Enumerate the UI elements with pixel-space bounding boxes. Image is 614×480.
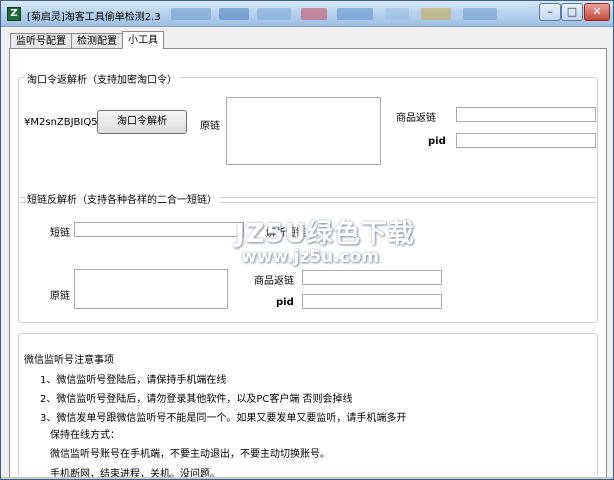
taokouling-pid-label: pid xyxy=(428,136,446,147)
tab-listener-config[interactable]: 监听号配置 xyxy=(10,33,72,49)
app-icon: Z xyxy=(7,7,21,21)
shortlink-pid-label: pid xyxy=(276,297,294,308)
taokouling-group-title: 淘口令返解析（支持加密淘口令） xyxy=(25,71,179,86)
taokouling-original-label: 原链 xyxy=(200,121,220,132)
shortlink-original-label: 原链 xyxy=(50,291,70,302)
notes-line: 2、微信监听号登陆后，请勿登录其他软件，以及PC客户端 否则会掉线 xyxy=(40,394,353,405)
window-title: [菊启灵]淘客工具偷单检测2.3 xyxy=(27,12,161,23)
notes-title: 微信监听号注意事项 xyxy=(24,355,114,366)
maximize-button[interactable]: □ xyxy=(561,3,583,21)
minimize-button[interactable]: – xyxy=(539,3,561,21)
taokouling-parse-button[interactable]: 淘口令解析 xyxy=(97,110,187,134)
notes-line: 1、微信监听号登陆后，请保持手机端在线 xyxy=(40,375,227,386)
tab-tools[interactable]: 小工具 xyxy=(122,31,164,49)
notes-line: 微信监听号账号在手机端，不要主动退出，不要主动切换账号。 xyxy=(50,449,330,460)
taokouling-pid-field[interactable] xyxy=(456,133,596,148)
shortlink-short-label: 短链 xyxy=(50,228,70,239)
tab-detection-config[interactable]: 检测配置 xyxy=(71,33,123,49)
shortlink-group-title: 短链反解析（支持各种各样的二合一短链） xyxy=(25,191,219,206)
shortlink-short-field[interactable] xyxy=(74,222,244,237)
title-bar-decoration xyxy=(171,5,501,23)
shortlink-parse-button[interactable]: 解析短链 xyxy=(266,224,306,239)
taokouling-product-link-field[interactable] xyxy=(456,107,596,122)
taokouling-original-textarea[interactable] xyxy=(226,97,381,165)
app-window: Z [菊启灵]淘客工具偷单检测2.3 – □ ✕ 监听号配置 检测配置 小工具 … xyxy=(0,0,614,480)
shortlink-pid-field[interactable] xyxy=(302,294,442,309)
shortlink-product-link-label: 商品返链 xyxy=(254,276,294,287)
title-bar[interactable]: Z [菊启灵]淘客工具偷单检测2.3 – □ ✕ xyxy=(1,1,613,27)
notes-line: 3、微信发单号跟微信监听号不能是同一个。如果又要发单又要监听，请手机端多开 xyxy=(40,413,407,424)
shortlink-product-link-field[interactable] xyxy=(302,270,442,285)
shortlink-original-textarea[interactable] xyxy=(74,269,228,309)
tab-strip: 监听号配置 检测配置 小工具 xyxy=(10,31,164,49)
window-bottom-edge xyxy=(1,477,613,479)
taokouling-product-link-label: 商品返链 xyxy=(396,113,436,124)
close-button[interactable]: ✕ xyxy=(584,3,610,21)
tools-panel: 淘口令返解析（支持加密淘口令） ¥M2snZBJBIQ5¥ 淘口令解析 原链 商… xyxy=(9,48,607,479)
taokouling-code-text: ¥M2snZBJBIQ5¥ xyxy=(24,117,104,128)
notes-line: 保持在线方式： xyxy=(50,430,120,441)
